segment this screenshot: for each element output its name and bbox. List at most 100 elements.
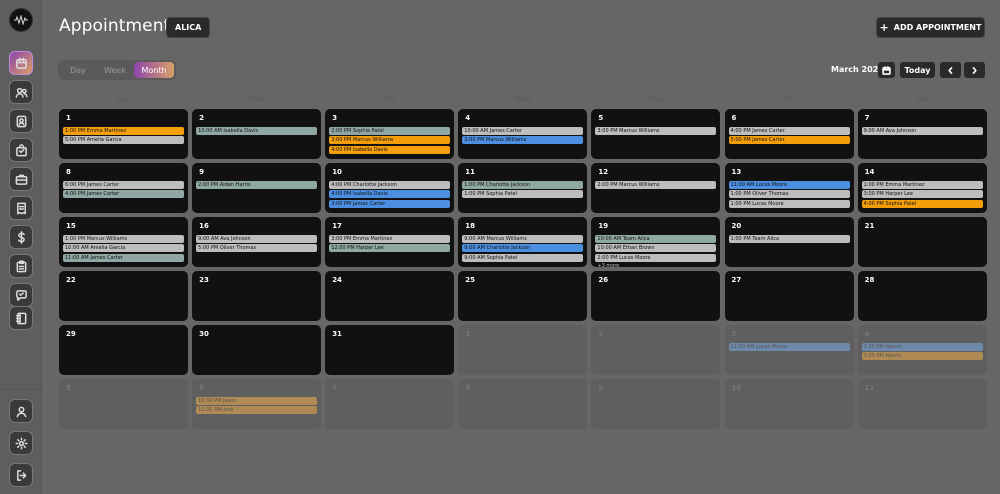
appointment-chip[interactable]: 4:00 PM James Carter [728,127,850,135]
day-cell[interactable]: 9 [591,379,721,429]
day-cell[interactable]: 20 1:00 PM Team Alica [724,217,854,267]
day-cell[interactable]: 14 1:00 PM Emma Martinez 3:00 PM Harper Le… [857,163,987,213]
day-cell[interactable]: 11 [857,379,987,429]
day-cell[interactable]: 12 2:00 PM Marcus Williams [591,163,721,213]
appointment-chip[interactable]: 3:00 PM Naomi [861,352,983,361]
appointment-chip[interactable]: 1:00 PM Charlotte Jackson [462,181,584,189]
appointment-chip[interactable]: 2:00 PM Aiden Harris [196,181,318,189]
appointment-chip[interactable]: 11:00 AM Lucas Moore [728,343,850,351]
day-cell[interactable]: 31 [325,325,455,375]
more-events-link[interactable]: +3 more [595,263,716,267]
view-week-tab[interactable]: Week [96,62,134,78]
day-cell[interactable]: 21 [857,217,987,267]
sidebar-item-notes[interactable] [9,306,33,330]
day-cell[interactable]: 10 [724,379,854,429]
appointment-chip[interactable]: 4:00 PM Isabella Davis [329,190,451,199]
appointment-chip[interactable]: 9:00 AM Marcus Williams [462,235,584,243]
day-cell[interactable]: 26 [591,271,721,321]
appointment-chip[interactable]: 1:00 PM Oliver Thomas [728,190,850,199]
sidebar-item-users[interactable] [9,80,33,104]
sidebar-item-profile[interactable] [9,399,33,423]
sidebar-item-services[interactable] [9,167,33,191]
appointment-chip[interactable]: 9:00 AM Ava Johnson [861,127,983,135]
sidebar-item-invoices[interactable] [9,196,33,220]
sidebar-item-payments[interactable] [9,225,33,249]
appointment-chip[interactable]: 9:00 AM Ava Johnson [196,235,318,243]
day-cell[interactable]: 19 10:00 AM Team Alica 10:00 AM Ethan Brow… [591,217,721,267]
appointment-chip[interactable]: 2:00 PM Marcus Williams [595,181,717,189]
day-cell[interactable]: 4 1:00 PM Naomi 3:00 PM Naomi [857,325,987,375]
appointment-chip[interactable]: 3:00 PM Marcus Williams [595,127,717,135]
appointment-chip[interactable]: 11:00 AM James Carter [63,253,184,262]
appointment-chip[interactable]: 11:00 AM Jose [196,406,318,415]
day-cell[interactable]: 9 2:00 PM Aiden Harris [192,163,322,213]
appointment-chip[interactable]: 5:00 PM Amelia Garcia [63,136,184,145]
appointment-chip[interactable]: 1:00 PM Marcus Williams [63,235,184,243]
appointment-chip[interactable]: 2:00 PM Lucas Moore [595,253,717,262]
day-cell[interactable]: 29 [59,325,188,375]
date-picker-button[interactable] [878,62,895,78]
day-cell[interactable]: 7 [325,379,455,429]
day-cell[interactable]: 23 [192,271,322,321]
day-cell[interactable]: 7 9:00 AM Ava Johnson [857,109,987,159]
day-cell[interactable]: 22 [59,271,188,321]
day-cell[interactable]: 17 3:00 PM Emma Martinez 12:00 PM Harper L… [325,217,455,267]
day-cell[interactable]: 3 2:00 PM Sophia Patel 3:00 PM Marcus Will… [325,109,455,159]
prev-month-button[interactable] [940,62,961,78]
next-month-button[interactable] [964,62,985,78]
day-cell[interactable]: 18 9:00 AM Marcus Williams 9:00 AM Charlot… [458,217,588,267]
appointment-chip[interactable]: 11:00 AM Lucas Moore [728,181,850,189]
appointment-chip[interactable]: 1:00 PM Emma Martinez [861,181,983,189]
user-badge[interactable]: ALICA [166,17,211,38]
appointment-chip[interactable]: 3:00 PM Harper Lee [861,190,983,199]
appointment-chip[interactable]: 4:00 PM Isabella Davis [329,145,451,154]
day-cell[interactable]: 5 3:00 PM Marcus Williams [591,109,721,159]
day-cell[interactable]: 2 [591,325,721,375]
appointment-chip[interactable]: 1:00 PM Emma Martinez [63,127,184,135]
sidebar-item-orders[interactable] [9,138,33,162]
day-cell[interactable]: 16 9:00 AM Ava Johnson 5:00 PM Oliver Thom… [192,217,322,267]
day-cell[interactable]: 4 10:00 AM James Carter 3:00 PM Marcus Wil… [458,109,588,159]
appointment-chip[interactable]: 4:00 PM Charlotte Jackson [329,181,451,189]
day-cell[interactable]: 2 10:00 AM Isabella Davis [192,109,322,159]
day-cell[interactable]: 6 10:30 PM Jason 11:00 AM Jose [192,379,322,429]
sidebar-item-settings[interactable] [9,431,33,455]
logo-icon[interactable] [9,8,33,32]
appointment-chip[interactable]: 1:00 PM Naomi [861,343,983,351]
day-cell[interactable]: 5 [59,379,188,429]
appointment-chip[interactable]: 6:00 PM James Carter [63,181,184,189]
appointment-chip[interactable]: 9:00 AM Charlotte Jackson [462,244,584,253]
day-cell[interactable]: 6 4:00 PM James Carter 5:00 PM James Carte… [724,109,854,159]
add-appointment-button[interactable]: + ADD APPOINTMENT [876,17,985,38]
appointment-chip[interactable]: 3:00 PM Marcus Williams [329,136,451,145]
day-cell[interactable]: 25 [458,271,588,321]
appointment-chip[interactable]: 1:00 PM Lucas Moore [728,199,850,208]
day-cell[interactable]: 3 11:00 AM Lucas Moore [724,325,854,375]
sidebar-item-contacts[interactable] [9,109,33,133]
today-button[interactable]: Today [900,62,935,78]
view-month-tab[interactable]: Month [134,62,174,78]
sidebar-item-calendar[interactable] [9,51,33,75]
day-cell[interactable]: 1 [458,325,588,375]
appointment-chip[interactable]: 5:00 PM Oliver Thomas [196,244,318,253]
day-cell[interactable]: 13 11:00 AM Lucas Moore 1:00 PM Oliver Tho… [724,163,854,213]
appointment-chip[interactable]: 3:00 PM Emma Martinez [329,235,451,243]
day-cell[interactable]: 30 [192,325,322,375]
appointment-chip[interactable]: 5:00 PM James Carter [728,136,850,145]
sidebar-item-messages[interactable] [9,283,33,307]
appointment-chip[interactable]: 10:00 AM Isabella Davis [196,127,318,135]
appointment-chip[interactable]: 10:00 AM Team Alica [595,235,717,243]
day-cell[interactable]: 1 1:00 PM Emma Martinez 5:00 PM Amelia Gar… [59,109,188,159]
view-day-tab[interactable]: Day [60,62,96,78]
day-cell[interactable]: 8 [458,379,588,429]
day-cell[interactable]: 28 [857,271,987,321]
appointment-chip[interactable]: 10:30 PM Jason [196,397,318,405]
appointment-chip[interactable]: 1:00 PM Sophia Patel [462,190,584,199]
appointment-chip[interactable]: 10:00 AM James Carter [462,127,584,135]
day-cell[interactable]: 24 [325,271,455,321]
appointment-chip[interactable]: 10:00 AM Amelia Garcia [63,244,184,253]
day-cell[interactable]: 15 1:00 PM Marcus Williams 10:00 AM Amelia… [59,217,188,267]
appointment-chip[interactable]: 10:00 AM Ethan Brown [595,244,717,253]
day-cell[interactable]: 11 1:00 PM Charlotte Jackson 1:00 PM Sophi… [458,163,588,213]
day-cell[interactable]: 27 [724,271,854,321]
